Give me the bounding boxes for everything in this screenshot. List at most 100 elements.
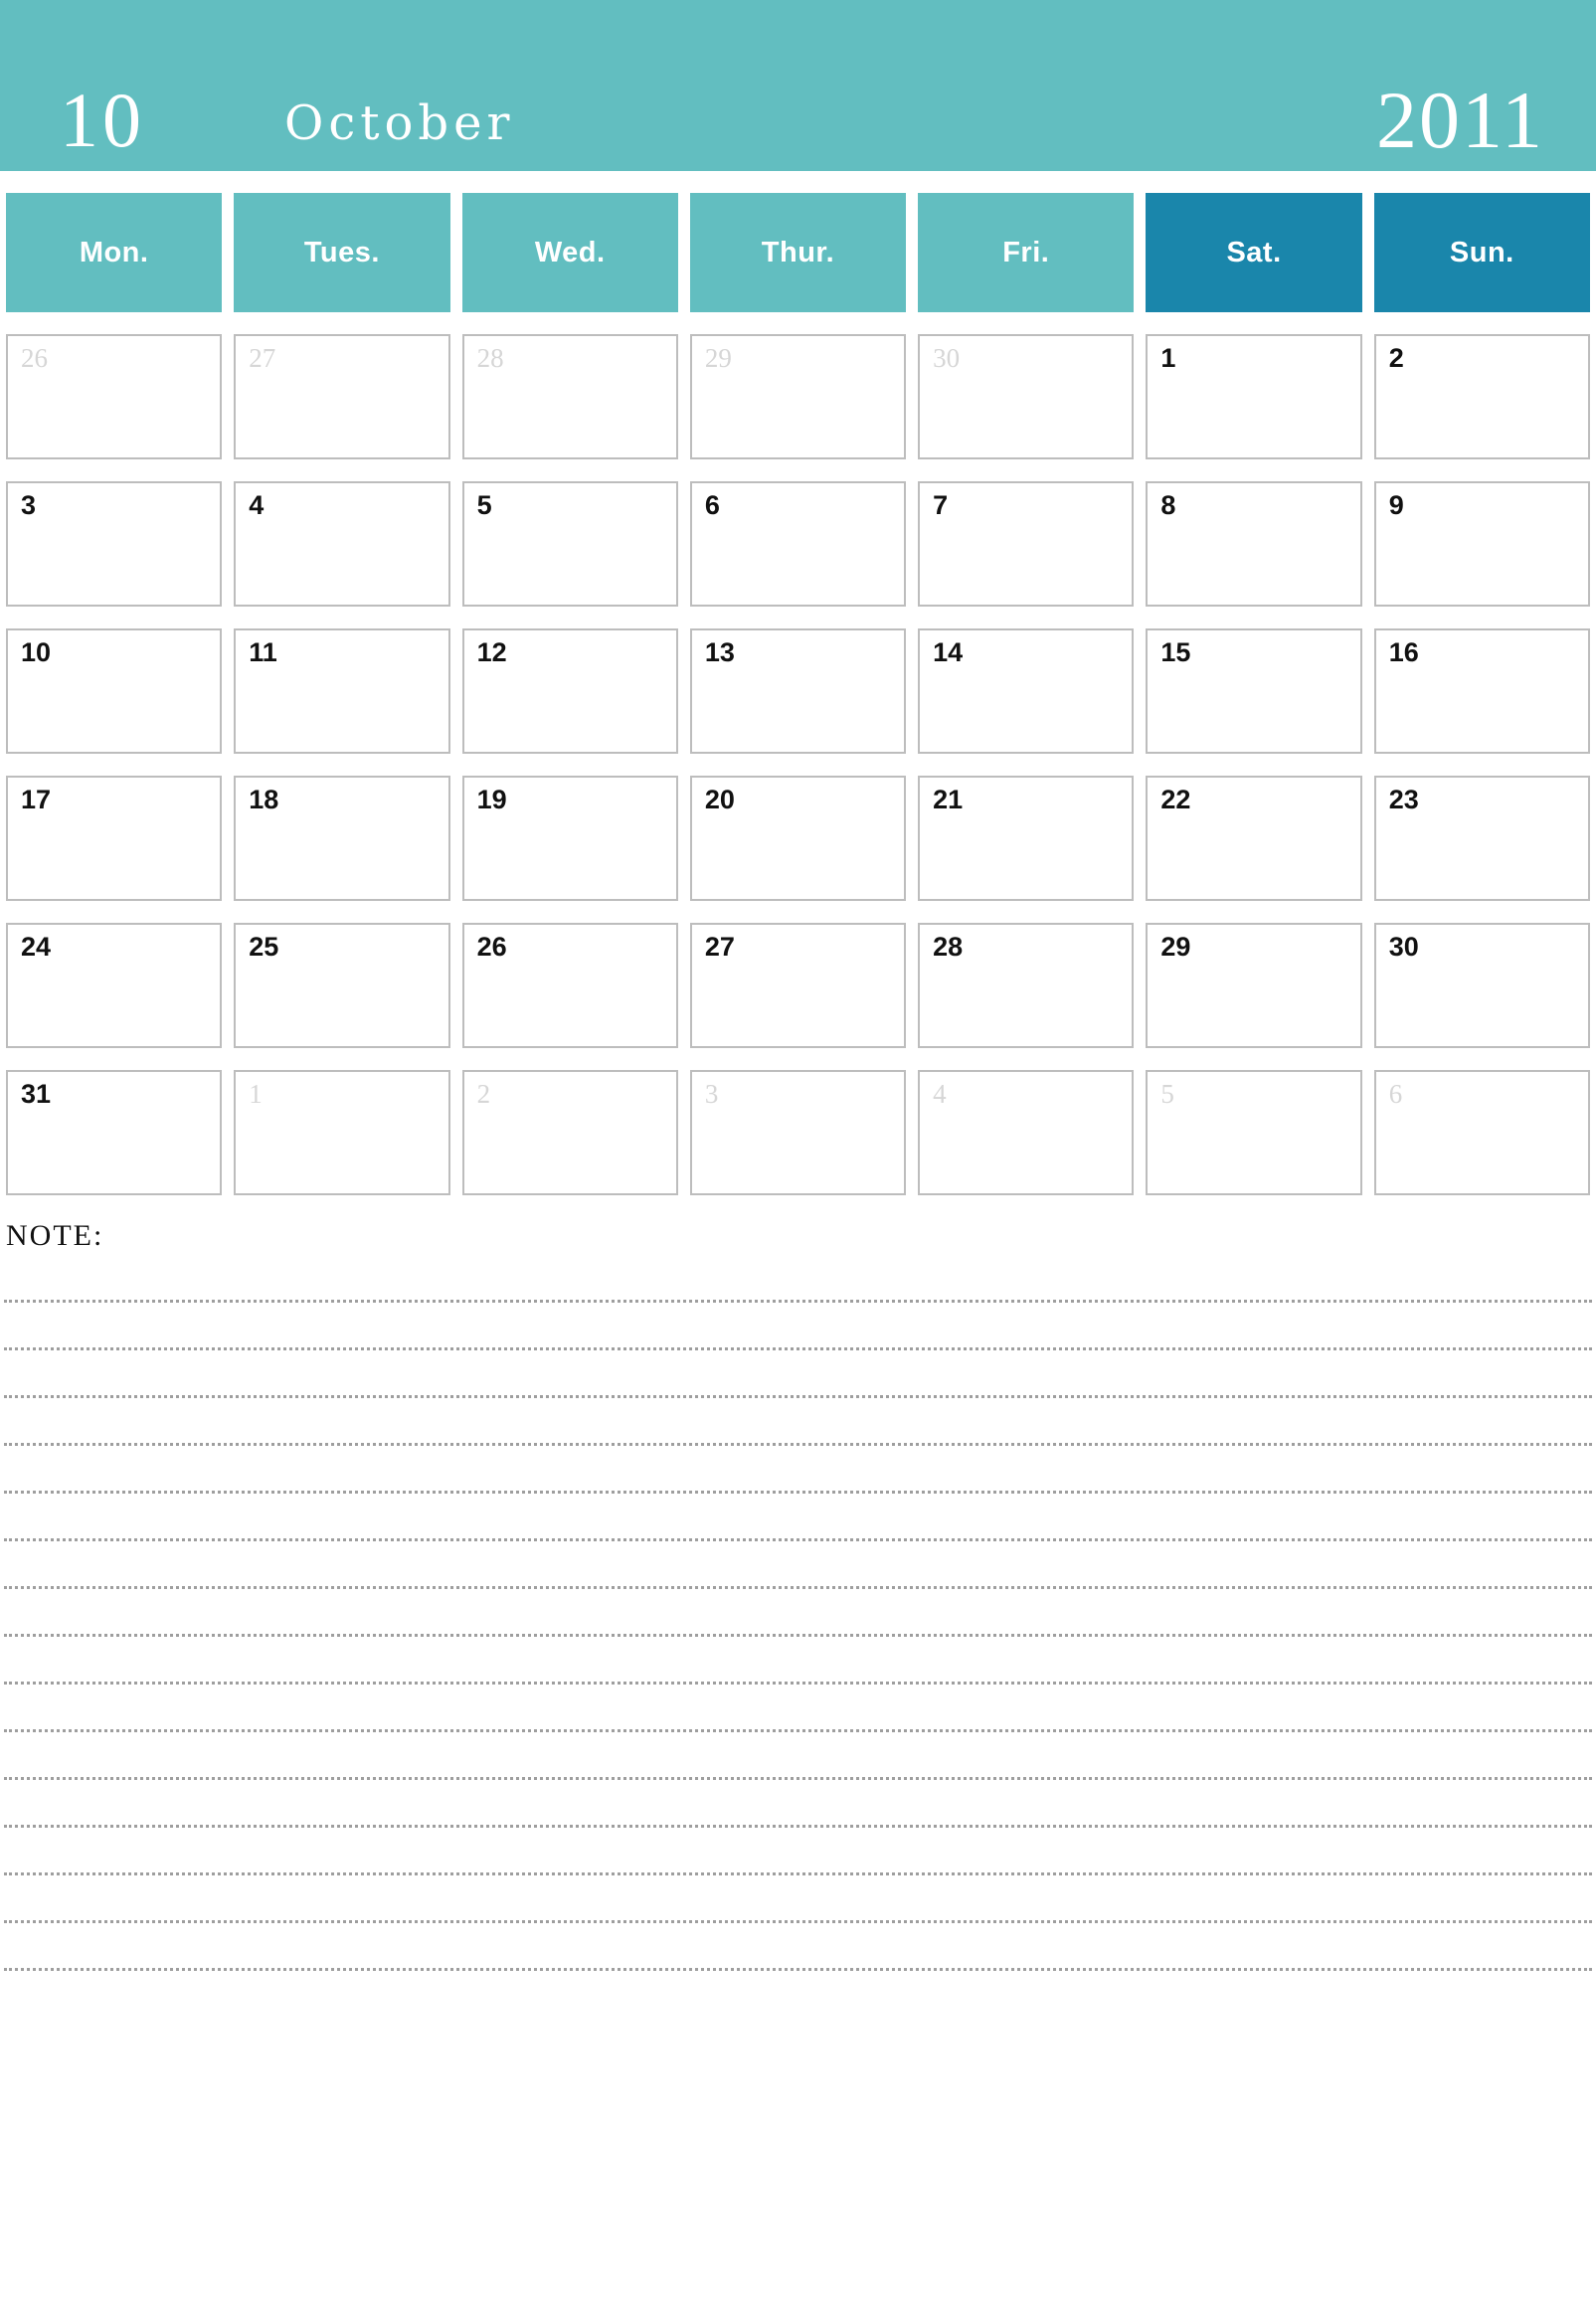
day-cell[interactable]: 17 <box>6 776 223 901</box>
day-cell[interactable]: 4 <box>918 1070 1135 1195</box>
note-section: NOTE: <box>0 1221 1596 1971</box>
day-cell[interactable]: 26 <box>6 334 223 459</box>
day-number: 24 <box>21 932 52 962</box>
day-cell[interactable]: 4 <box>234 481 450 607</box>
note-label: NOTE: <box>6 1219 104 1252</box>
weekday-label: Sat. <box>1226 236 1282 268</box>
day-number: 27 <box>249 343 276 373</box>
note-line[interactable] <box>4 1255 1592 1303</box>
day-cell[interactable]: 1 <box>234 1070 450 1195</box>
day-cell[interactable]: 19 <box>461 776 678 901</box>
day-cell[interactable]: 24 <box>6 923 223 1048</box>
day-number: 2 <box>1388 343 1404 373</box>
note-line[interactable] <box>4 1446 1592 1494</box>
note-line[interactable] <box>4 1923 1592 1971</box>
note-line[interactable] <box>4 1494 1592 1541</box>
weekday-header-thur: Thur. <box>689 193 907 312</box>
week-row: 26 27 28 29 30 1 2 <box>6 334 1590 459</box>
day-cell[interactable]: 27 <box>689 923 907 1048</box>
day-cell[interactable]: 15 <box>1146 628 1362 754</box>
day-cell[interactable]: 6 <box>689 481 907 607</box>
day-number: 8 <box>1160 490 1176 520</box>
note-line[interactable] <box>4 1398 1592 1446</box>
day-cell[interactable]: 1 <box>1146 334 1362 459</box>
weekday-label: Sun. <box>1449 236 1514 268</box>
day-number: 20 <box>704 785 735 814</box>
day-cell[interactable]: 3 <box>689 1070 907 1195</box>
day-cell[interactable]: 10 <box>6 628 223 754</box>
weekday-label: Tues. <box>303 236 380 268</box>
note-line[interactable] <box>4 1875 1592 1923</box>
day-number: 19 <box>476 785 507 814</box>
day-number: 14 <box>933 637 964 667</box>
month-number: 10 <box>60 76 145 163</box>
note-lines[interactable] <box>4 1255 1592 1971</box>
day-cell[interactable]: 23 <box>1373 776 1590 901</box>
note-line[interactable] <box>4 1828 1592 1875</box>
note-line[interactable] <box>4 1589 1592 1637</box>
day-cell[interactable]: 18 <box>234 776 450 901</box>
day-cell[interactable]: 16 <box>1373 628 1590 754</box>
note-line[interactable] <box>4 1732 1592 1780</box>
week-row: 17 18 19 20 21 22 23 <box>6 776 1590 901</box>
day-cell[interactable]: 3 <box>6 481 223 607</box>
day-cell[interactable]: 14 <box>918 628 1135 754</box>
weekday-label: Mon. <box>79 236 149 268</box>
day-cell[interactable]: 30 <box>918 334 1135 459</box>
day-cell[interactable]: 5 <box>461 481 678 607</box>
day-number: 21 <box>933 785 964 814</box>
day-cell[interactable]: 26 <box>461 923 678 1048</box>
day-cell[interactable]: 6 <box>1373 1070 1590 1195</box>
day-number: 7 <box>933 490 949 520</box>
day-number: 27 <box>704 932 735 962</box>
day-cell[interactable]: 11 <box>234 628 450 754</box>
month-name: October <box>284 95 515 151</box>
week-row: 31 1 2 3 4 5 6 <box>6 1070 1590 1195</box>
day-number: 6 <box>1388 1079 1403 1109</box>
day-number: 18 <box>249 785 279 814</box>
day-number: 30 <box>933 343 961 373</box>
day-cell[interactable]: 28 <box>461 334 678 459</box>
day-number: 1 <box>249 1079 263 1109</box>
day-cell[interactable]: 20 <box>689 776 907 901</box>
note-line[interactable] <box>4 1303 1592 1350</box>
day-cell[interactable]: 29 <box>689 334 907 459</box>
day-number: 5 <box>1160 1079 1174 1109</box>
note-line[interactable] <box>4 1637 1592 1685</box>
day-cell[interactable]: 7 <box>918 481 1135 607</box>
day-number: 29 <box>704 343 732 373</box>
day-cell[interactable]: 31 <box>6 1070 223 1195</box>
day-cell[interactable]: 29 <box>1146 923 1362 1048</box>
weekday-header-wed: Wed. <box>461 193 678 312</box>
weekday-label: Wed. <box>534 236 606 268</box>
day-cell[interactable]: 5 <box>1146 1070 1362 1195</box>
day-cell[interactable]: 2 <box>461 1070 678 1195</box>
day-cell[interactable]: 13 <box>689 628 907 754</box>
day-cell[interactable]: 12 <box>461 628 678 754</box>
day-cell[interactable]: 8 <box>1146 481 1362 607</box>
week-row: 10 11 12 13 14 15 16 <box>6 628 1590 754</box>
day-number: 28 <box>476 343 504 373</box>
day-cell[interactable]: 25 <box>234 923 450 1048</box>
note-line[interactable] <box>4 1685 1592 1732</box>
day-cell[interactable]: 28 <box>918 923 1135 1048</box>
day-cell[interactable]: 2 <box>1373 334 1590 459</box>
note-line[interactable] <box>4 1780 1592 1828</box>
note-line[interactable] <box>4 1350 1592 1398</box>
day-number: 23 <box>1388 785 1419 814</box>
day-cell[interactable]: 21 <box>918 776 1135 901</box>
note-line[interactable] <box>4 1541 1592 1589</box>
year-label: 2011 <box>1376 75 1544 166</box>
day-cell[interactable]: 9 <box>1373 481 1590 607</box>
day-number: 5 <box>476 490 492 520</box>
day-number: 11 <box>249 637 277 667</box>
day-number: 26 <box>21 343 48 373</box>
day-cell[interactable]: 27 <box>234 334 450 459</box>
day-number: 16 <box>1388 637 1419 667</box>
weekday-label: Thur. <box>761 236 835 268</box>
day-cell[interactable]: 22 <box>1146 776 1362 901</box>
weekday-header-sat: Sat. <box>1146 193 1362 312</box>
month-banner: 10 October 2011 <box>0 0 1596 171</box>
day-number: 6 <box>704 490 720 520</box>
day-cell[interactable]: 30 <box>1373 923 1590 1048</box>
